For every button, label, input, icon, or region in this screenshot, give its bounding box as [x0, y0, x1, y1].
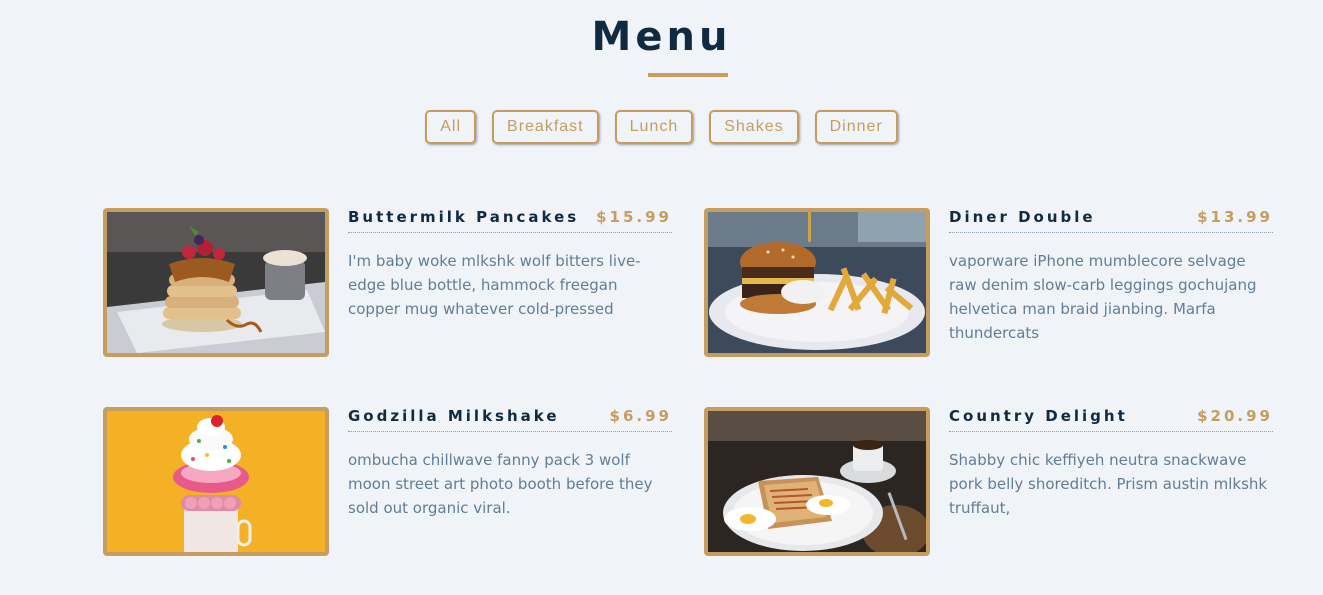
title-underline [648, 73, 728, 77]
item-header: Diner Double $13.99 [949, 208, 1273, 233]
item-name: Country Delight [949, 407, 1128, 425]
filter-breakfast-button[interactable]: Breakfast [492, 110, 599, 144]
item-info: Country Delight $20.99 Shabby chic keffi… [949, 407, 1273, 556]
menu-item: Diner Double $13.99 vaporware iPhone mum… [704, 208, 1273, 357]
item-info: Godzilla Milkshake $6.99 ombucha chillwa… [348, 407, 672, 556]
pancakes-photo [103, 208, 329, 357]
filter-dinner-button[interactable]: Dinner [814, 110, 898, 144]
filter-all-button[interactable]: All [425, 110, 477, 144]
item-name: Buttermilk Pancakes [348, 208, 580, 226]
page-title: Menu [591, 14, 732, 60]
filter-bar: All Breakfast Lunch Shakes Dinner [0, 110, 1323, 144]
item-description: vaporware iPhone mumblecore selvage raw … [949, 252, 1257, 342]
menu-item: Country Delight $20.99 Shabby chic keffi… [704, 407, 1273, 556]
item-price: $6.99 [609, 407, 672, 425]
item-price: $20.99 [1197, 407, 1273, 425]
item-name: Godzilla Milkshake [348, 407, 560, 425]
menu-grid: Buttermilk Pancakes $15.99 I'm baby woke… [103, 208, 1273, 556]
item-price: $13.99 [1197, 208, 1273, 226]
item-description: ombucha chillwave fanny pack 3 wolf moon… [348, 451, 653, 517]
item-info: Diner Double $13.99 vaporware iPhone mum… [949, 208, 1273, 357]
filter-shakes-button[interactable]: Shakes [709, 110, 799, 144]
breakfast-plate-photo [704, 407, 930, 556]
item-header: Godzilla Milkshake $6.99 [348, 407, 672, 432]
item-price: $15.99 [596, 208, 672, 226]
item-info: Buttermilk Pancakes $15.99 I'm baby woke… [348, 208, 672, 357]
item-name: Diner Double [949, 208, 1096, 226]
item-header: Buttermilk Pancakes $15.99 [348, 208, 672, 233]
item-description: I'm baby woke mlkshk wolf bitters live-e… [348, 252, 641, 318]
milkshake-photo [103, 407, 329, 556]
burger-photo [704, 208, 930, 357]
menu-page: Menu All Breakfast Lunch Shakes Dinner B… [0, 0, 1323, 595]
menu-item: Godzilla Milkshake $6.99 ombucha chillwa… [103, 407, 672, 556]
item-description: Shabby chic keffiyeh neutra snackwave po… [949, 451, 1268, 517]
filter-lunch-button[interactable]: Lunch [614, 110, 694, 144]
item-header: Country Delight $20.99 [949, 407, 1273, 432]
menu-item: Buttermilk Pancakes $15.99 I'm baby woke… [103, 208, 672, 357]
